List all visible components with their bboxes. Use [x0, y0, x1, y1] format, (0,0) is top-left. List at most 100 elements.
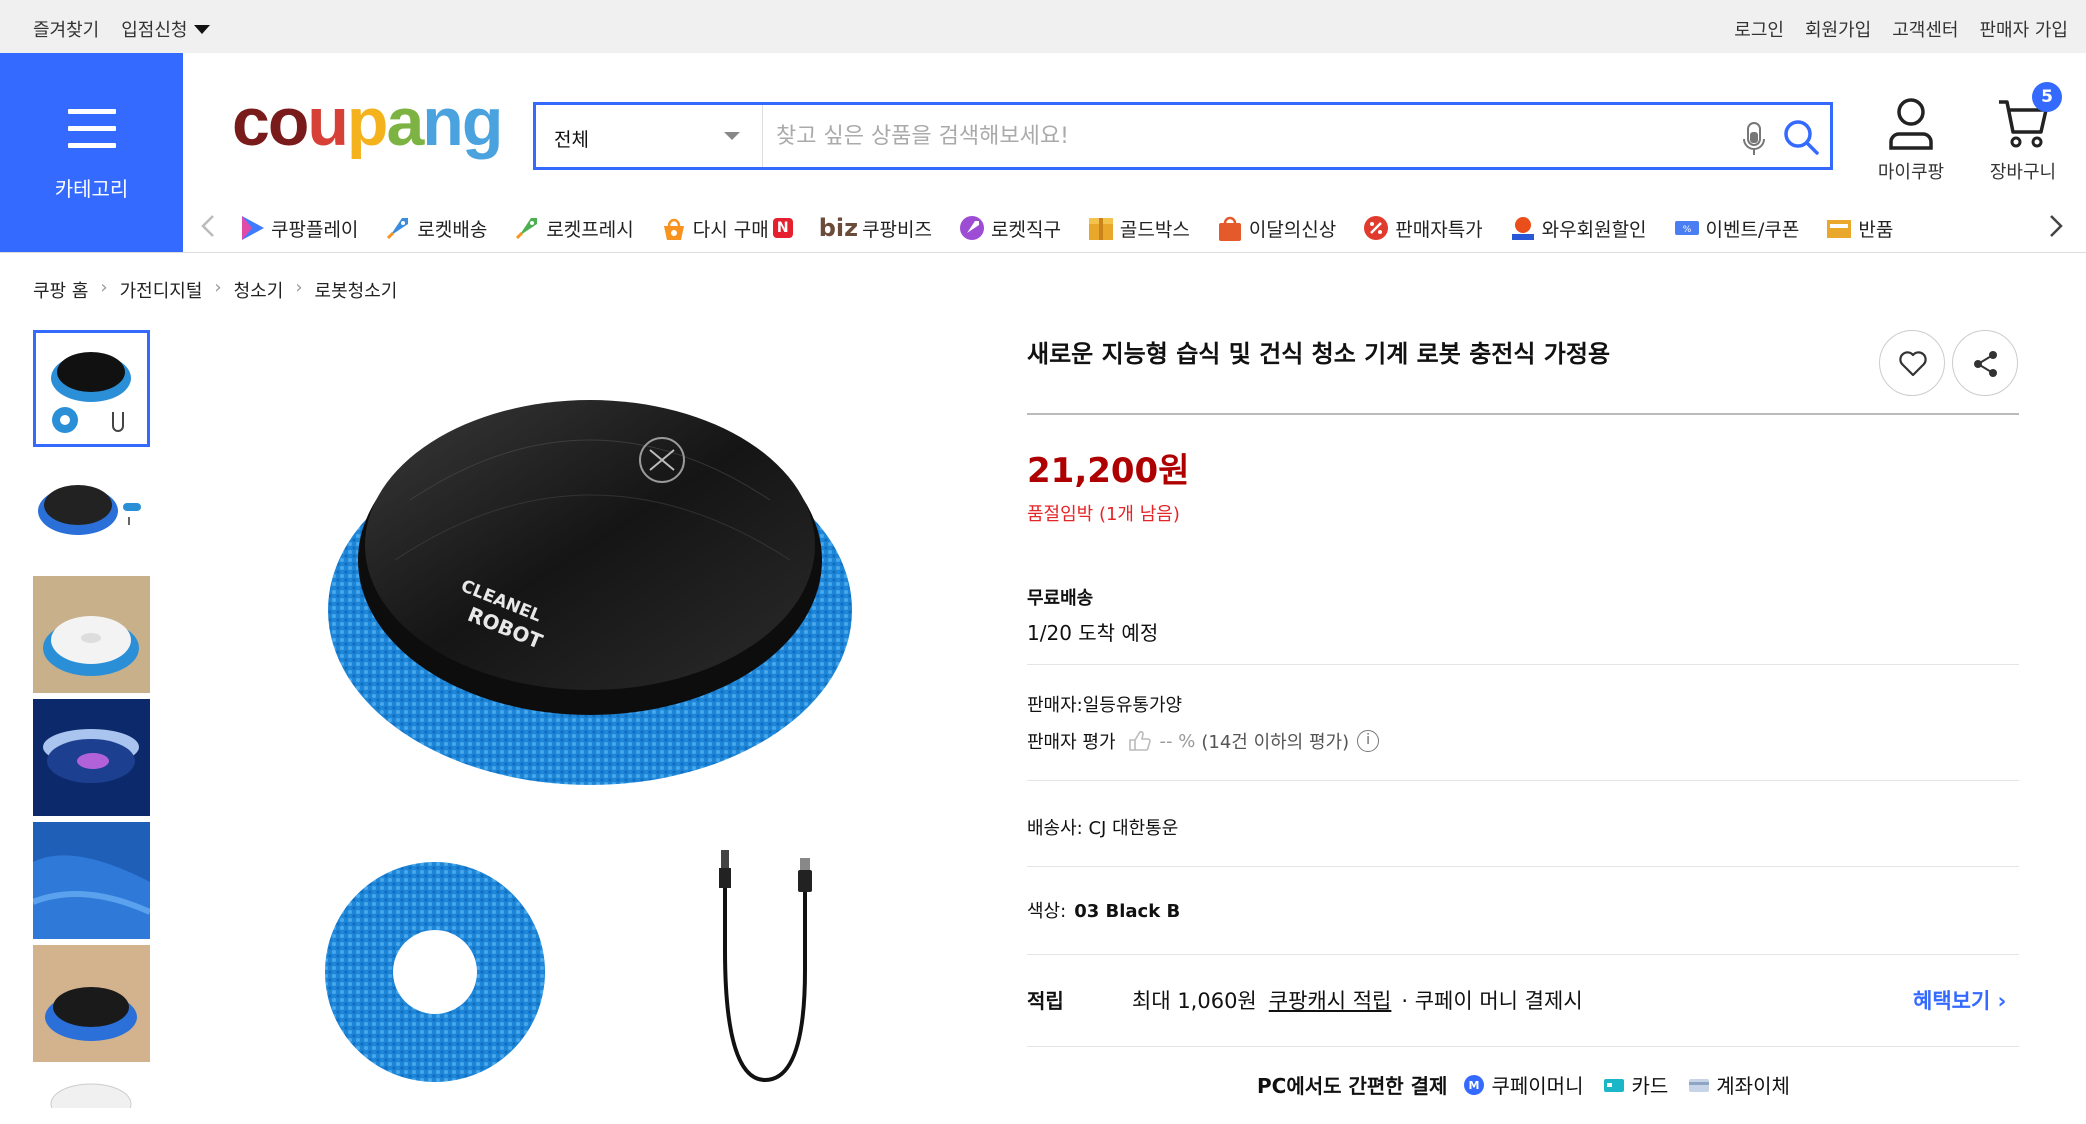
thumbnail-list — [33, 330, 151, 1114]
gold-box-icon — [1088, 218, 1113, 240]
breadcrumb-vacuum[interactable]: 청소기 — [234, 277, 284, 303]
seller-rating-label: 판매자 평가 — [1027, 732, 1116, 753]
cart-button[interactable]: 5 장바구니 — [1978, 82, 2068, 184]
title-divider — [1027, 413, 2019, 415]
nav-item-seller-deals[interactable]: 판매자특가 — [1362, 210, 1483, 246]
biz-logo: biz — [818, 214, 859, 242]
section-divider — [1027, 954, 2019, 955]
section-divider — [1027, 1046, 2019, 1047]
product-price: 21,200원 — [1027, 451, 1190, 491]
thumbnail-1[interactable] — [33, 330, 150, 447]
rebuy-icon — [663, 218, 684, 240]
svg-text:%: % — [1682, 225, 1691, 235]
chevron-right-icon: › — [1997, 989, 2007, 1013]
thumbnail-3[interactable] — [33, 576, 150, 693]
info-icon[interactable]: i — [1357, 730, 1380, 752]
chevron-down-icon — [724, 132, 740, 140]
thumbnail-7[interactable] — [33, 1068, 150, 1108]
nav-item-coupang-biz[interactable]: biz 쿠팡비즈 — [819, 210, 932, 246]
thumbs-up-icon — [1128, 730, 1151, 751]
cart-label: 장바구니 — [1989, 162, 2057, 183]
chevron-right-icon[interactable] — [2043, 212, 2067, 240]
rocket-icon — [387, 218, 409, 240]
share-button[interactable] — [1952, 330, 2018, 396]
breadcrumb-home[interactable]: 쿠팡 홈 — [33, 277, 88, 303]
signup-link[interactable]: 회원가입 — [1805, 16, 1871, 42]
nav-item-returns[interactable]: 반품 — [1825, 210, 1893, 246]
seller-name[interactable]: 판매자:일등유통가양 — [1027, 691, 1182, 717]
login-link[interactable]: 로그인 — [1734, 16, 1784, 42]
search-icon[interactable] — [1781, 117, 1821, 157]
payment-title: PC에서도 간편한 결제 — [1257, 1074, 1448, 1098]
search-scope-select[interactable]: 전체 — [536, 105, 763, 167]
payment-bank-transfer[interactable]: 계좌이체 — [1688, 1070, 1790, 1099]
color-value: 03 Black B — [1074, 901, 1181, 922]
coupang-cash-link[interactable]: 쿠팡캐시 적립 — [1269, 985, 1392, 1015]
coupang-logo[interactable]: coupang — [232, 88, 503, 156]
nav-item-rocket-fresh[interactable]: 로켓프레시 — [513, 210, 634, 246]
shipping-date: 1/20 도착 예정 — [1027, 621, 1159, 645]
reward-max: 최대 1,060원 — [1132, 989, 1257, 1013]
product-title: 새로운 지능형 습식 및 건식 청소 기계 로봇 충전식 가정용 — [1027, 340, 1611, 368]
svg-text:M: M — [1469, 1079, 1480, 1092]
header-divider — [0, 252, 2086, 253]
service-nav: 쿠팡플레이 로켓배송 로켓프레시 다시 구매 N biz 쿠팡비즈 로켓직구 골드… — [183, 200, 2086, 252]
chevron-right-icon: › — [100, 277, 108, 298]
hamburger-icon — [68, 109, 116, 160]
seller-rating: 판매자 평가 -- % (14건 이하의 평가) i — [1027, 728, 1380, 754]
search-scope-value: 전체 — [554, 129, 589, 151]
search-input[interactable] — [776, 115, 1696, 157]
wow-icon — [1511, 217, 1534, 240]
thumbnail-5[interactable] — [33, 822, 150, 939]
color-label: 색상: — [1027, 901, 1067, 922]
coupon-icon: % — [1674, 221, 1699, 235]
search-bar: 전체 — [533, 102, 1833, 170]
payment-coupay-money[interactable]: M 쿠페이머니 — [1463, 1070, 1583, 1099]
payment-card[interactable]: 카드 — [1603, 1070, 1668, 1099]
thumbnail-2[interactable] — [33, 453, 150, 570]
new-badge: N — [772, 218, 793, 238]
chevron-right-icon: › — [295, 277, 303, 298]
nav-item-events-coupons[interactable]: % 이벤트/쿠폰 — [1673, 210, 1799, 246]
seller-rating-note: (14건 이하의 평가) — [1201, 732, 1350, 753]
wishlist-button[interactable] — [1879, 330, 1945, 396]
reward-info: 최대 1,060원 쿠팡캐시 적립 · 쿠페이 머니 결제시 — [1132, 985, 1583, 1015]
microphone-icon[interactable] — [1736, 119, 1772, 159]
thumbnail-4[interactable] — [33, 699, 150, 816]
thumbnail-6[interactable] — [33, 945, 150, 1062]
breadcrumb-robot-vacuum[interactable]: 로봇청소기 — [315, 277, 398, 303]
bank-transfer-icon — [1689, 1078, 1710, 1092]
nav-item-gold-box[interactable]: 골드박스 — [1087, 210, 1190, 246]
coupay-money-icon: M — [1464, 1074, 1485, 1095]
breadcrumb: 쿠팡 홈 › 가전디지털 › 청소기 › 로봇청소기 — [33, 277, 397, 303]
reward-condition: · 쿠페이 머니 결제시 — [1401, 989, 1583, 1013]
nav-item-coupang-play[interactable]: 쿠팡플레이 — [238, 210, 358, 246]
seller-apply-menu[interactable]: 입점신청 — [121, 16, 210, 42]
category-label: 카테고리 — [54, 177, 129, 201]
my-coupang-label: 마이쿠팡 — [1877, 162, 1945, 183]
my-coupang-button[interactable]: 마이쿠팡 — [1866, 96, 1956, 184]
nav-item-new-arrivals[interactable]: 이달의신상 — [1216, 210, 1336, 246]
new-bag-icon — [1218, 216, 1241, 241]
stock-notice: 품절임박 (1개 남음) — [1027, 504, 1180, 525]
percent-icon — [1364, 216, 1389, 240]
view-benefits-link[interactable]: 혜택보기 › — [1913, 985, 2006, 1015]
nav-item-rebuy[interactable]: 다시 구매 N — [660, 210, 793, 246]
nav-item-rocket-delivery[interactable]: 로켓배송 — [384, 210, 487, 246]
product-main-image[interactable]: CLEANEL ROBOT — [300, 350, 880, 1110]
nav-item-wow-discount[interactable]: 와우회원할인 — [1509, 210, 1647, 246]
bookmark-link[interactable]: 즐겨찾기 — [33, 16, 99, 42]
reward-label: 적립 — [1027, 989, 1064, 1013]
category-menu-button[interactable]: 카테고리 — [0, 53, 183, 252]
breadcrumb-digital[interactable]: 가전디지털 — [120, 277, 203, 303]
return-icon — [1827, 220, 1852, 238]
view-benefits-label: 혜택보기 — [1913, 989, 1991, 1013]
nav-item-rocket-global[interactable]: 로켓직구 — [958, 210, 1061, 246]
seller-signup-link[interactable]: 판매자 가입 — [1979, 16, 2068, 42]
color-option[interactable]: 색상: 03 Black B — [1027, 897, 1180, 923]
chevron-left-icon[interactable] — [197, 212, 221, 240]
rocket-fresh-icon — [516, 218, 538, 240]
cart-count-badge: 5 — [2032, 82, 2062, 112]
customer-center-link[interactable]: 고객센터 — [1892, 16, 1958, 42]
seller-rating-value: -- % — [1159, 730, 1196, 752]
